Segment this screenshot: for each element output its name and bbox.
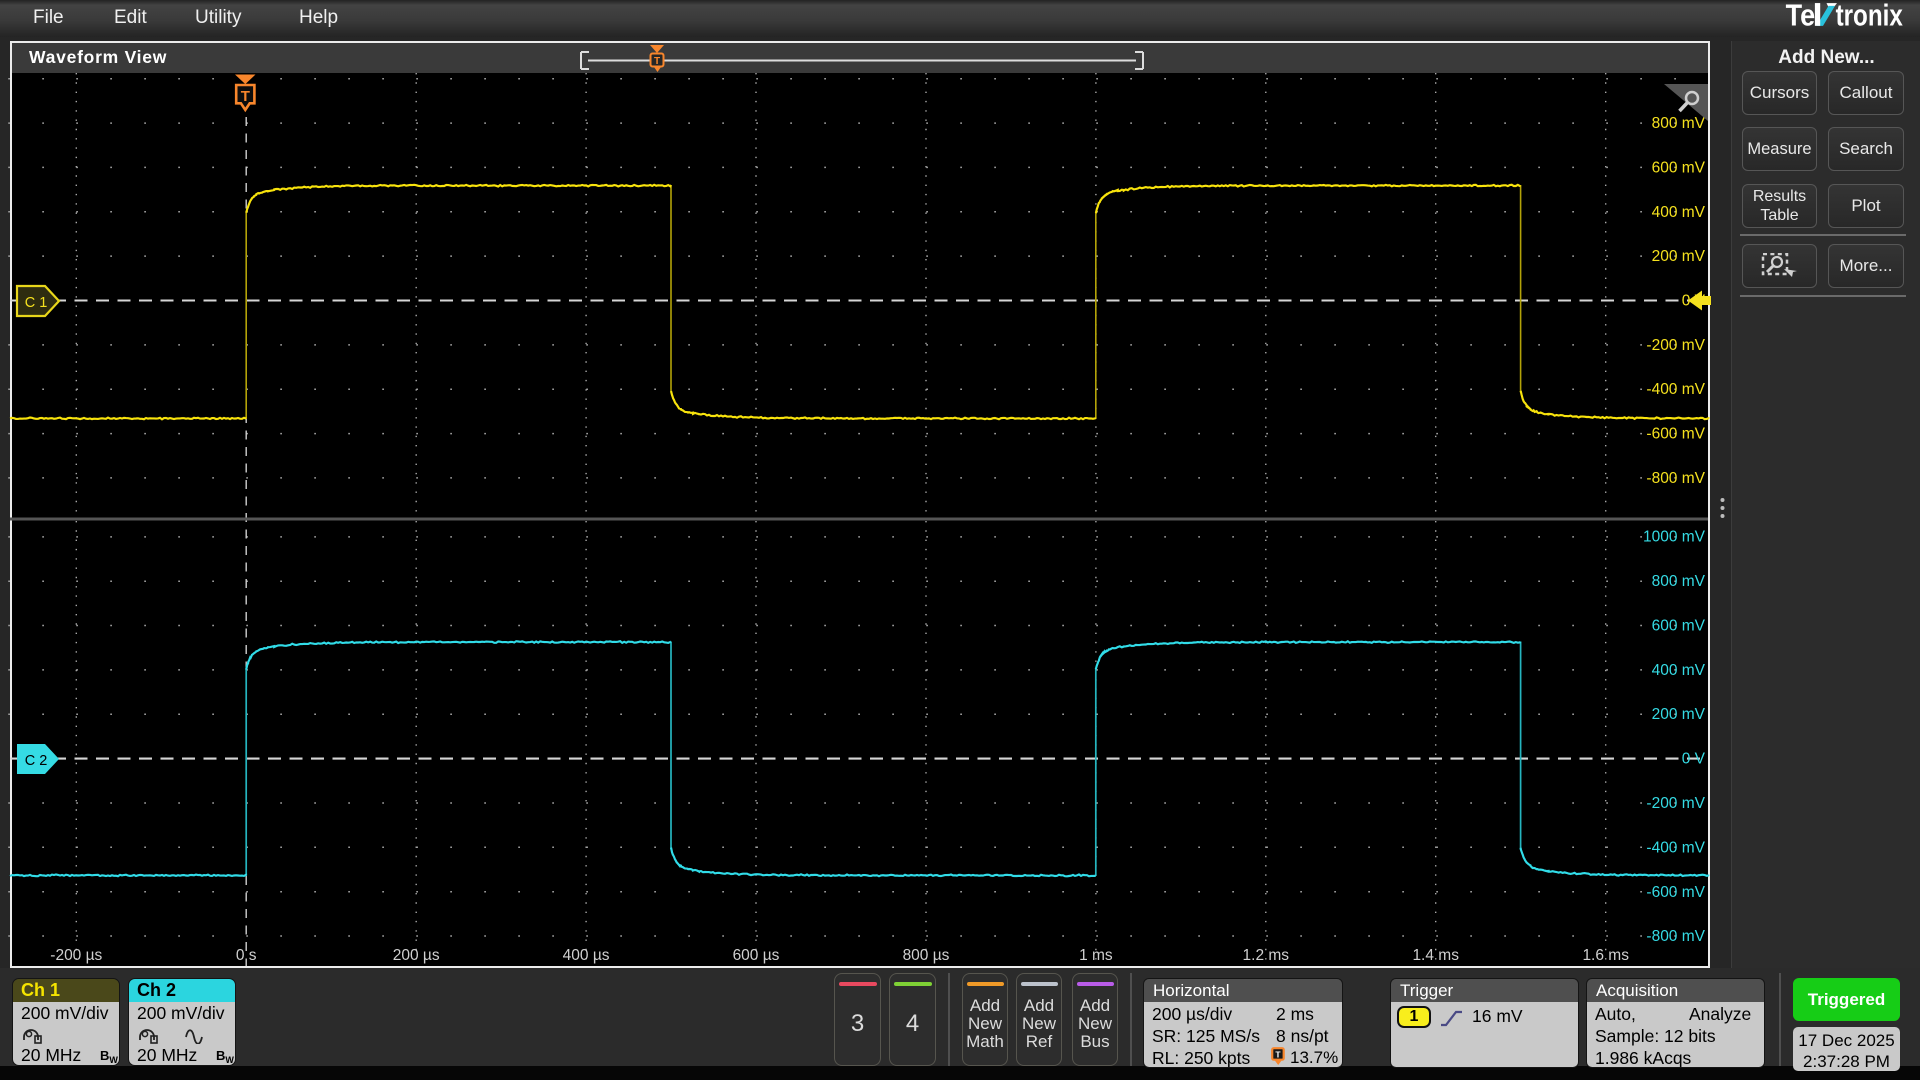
svg-text:200 mV: 200 mV	[1652, 248, 1706, 265]
svg-text:0 V: 0 V	[1682, 751, 1706, 768]
svg-text:400 mV: 400 mV	[1652, 662, 1706, 679]
svg-text:800 mV: 800 mV	[1652, 115, 1706, 132]
svg-text:1.4 ms: 1.4 ms	[1412, 947, 1459, 964]
svg-text:-600 mV: -600 mV	[1646, 426, 1705, 443]
svg-text:400 mV: 400 mV	[1652, 204, 1706, 221]
svg-text:-200 mV: -200 mV	[1646, 337, 1705, 354]
svg-text:1000 mV: 1000 mV	[1643, 529, 1706, 546]
svg-text:400 µs: 400 µs	[563, 947, 610, 964]
svg-text:-400 mV: -400 mV	[1646, 381, 1705, 398]
svg-text:C 2: C 2	[25, 753, 48, 769]
svg-text:1 ms: 1 ms	[1079, 947, 1113, 964]
svg-text:600 µs: 600 µs	[733, 947, 780, 964]
svg-text:-200 mV: -200 mV	[1646, 795, 1705, 812]
svg-text:200 mV: 200 mV	[1652, 706, 1706, 723]
svg-text:-600 mV: -600 mV	[1646, 884, 1705, 901]
svg-text:800 mV: 800 mV	[1652, 573, 1706, 590]
svg-text:800 µs: 800 µs	[903, 947, 950, 964]
svg-text:-400 mV: -400 mV	[1646, 839, 1705, 856]
svg-text:T: T	[1275, 1050, 1281, 1060]
svg-text:-200 µs: -200 µs	[50, 947, 102, 964]
svg-text:1.2 ms: 1.2 ms	[1243, 947, 1290, 964]
svg-text:200 µs: 200 µs	[393, 947, 440, 964]
svg-text:600 mV: 600 mV	[1652, 617, 1706, 634]
svg-text:C 1: C 1	[25, 295, 48, 311]
svg-text:T: T	[241, 88, 250, 105]
svg-text:-800 mV: -800 mV	[1646, 928, 1705, 945]
svg-text:-800 mV: -800 mV	[1646, 470, 1705, 487]
svg-text:0 s: 0 s	[236, 947, 257, 964]
svg-text:1.6 ms: 1.6 ms	[1582, 947, 1629, 964]
svg-text:600 mV: 600 mV	[1652, 159, 1706, 176]
